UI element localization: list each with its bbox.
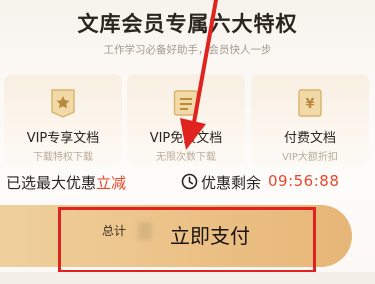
clock-icon [181,173,198,190]
promo-prefix: 已选最大优惠 [6,174,97,192]
promo-text: 已选最大优惠立减 [6,172,126,193]
benefit-card-paid-docs[interactable]: ¥ 付费文档 VIP大额折扣 [251,74,369,166]
total-label: 总计 [102,224,127,238]
yen-document-icon: ¥ [298,89,322,117]
svg-text:¥: ¥ [305,97,314,112]
benefit-cards: VIP专享文档 下载特权下载 VIP免费文档 无限次数下载 ¥ 付费文档 VIP… [0,74,375,166]
benefit-card-vip-exclusive[interactable]: VIP专享文档 下载特权下载 [4,74,122,166]
promo-row: 已选最大优惠立减 优惠剩余 09:56:88 [0,168,375,194]
bottom-edge [0,272,375,284]
promo-discount: 立减 [96,174,127,192]
star-document-icon [51,89,75,118]
benefit-title: VIP免费文档 [149,131,223,146]
benefit-subtitle: VIP大额折扣 [282,152,338,163]
free-ticket-icon [173,90,199,116]
benefit-title: VIP专享文档 [26,131,100,146]
benefit-card-vip-free[interactable]: VIP免费文档 无限次数下载 [127,74,245,166]
page-subtitle: 工作学习必备好助手，会员快人一步 [103,44,272,56]
countdown-label: 优惠剩余 [201,174,262,192]
total-price-obscured [138,222,152,240]
page-title: 文库会员专属六大特权 [77,12,298,36]
header: 文库会员专属六大特权 工作学习必备好助手，会员快人一步 [0,0,375,70]
benefit-subtitle: 下载特权下载 [33,152,93,163]
benefit-subtitle: 无限次数下载 [156,152,216,163]
countdown-timer: 09:56:88 [268,172,340,190]
pay-now-button[interactable]: 立即支付 [160,205,352,267]
benefit-title: 付费文档 [283,131,336,146]
